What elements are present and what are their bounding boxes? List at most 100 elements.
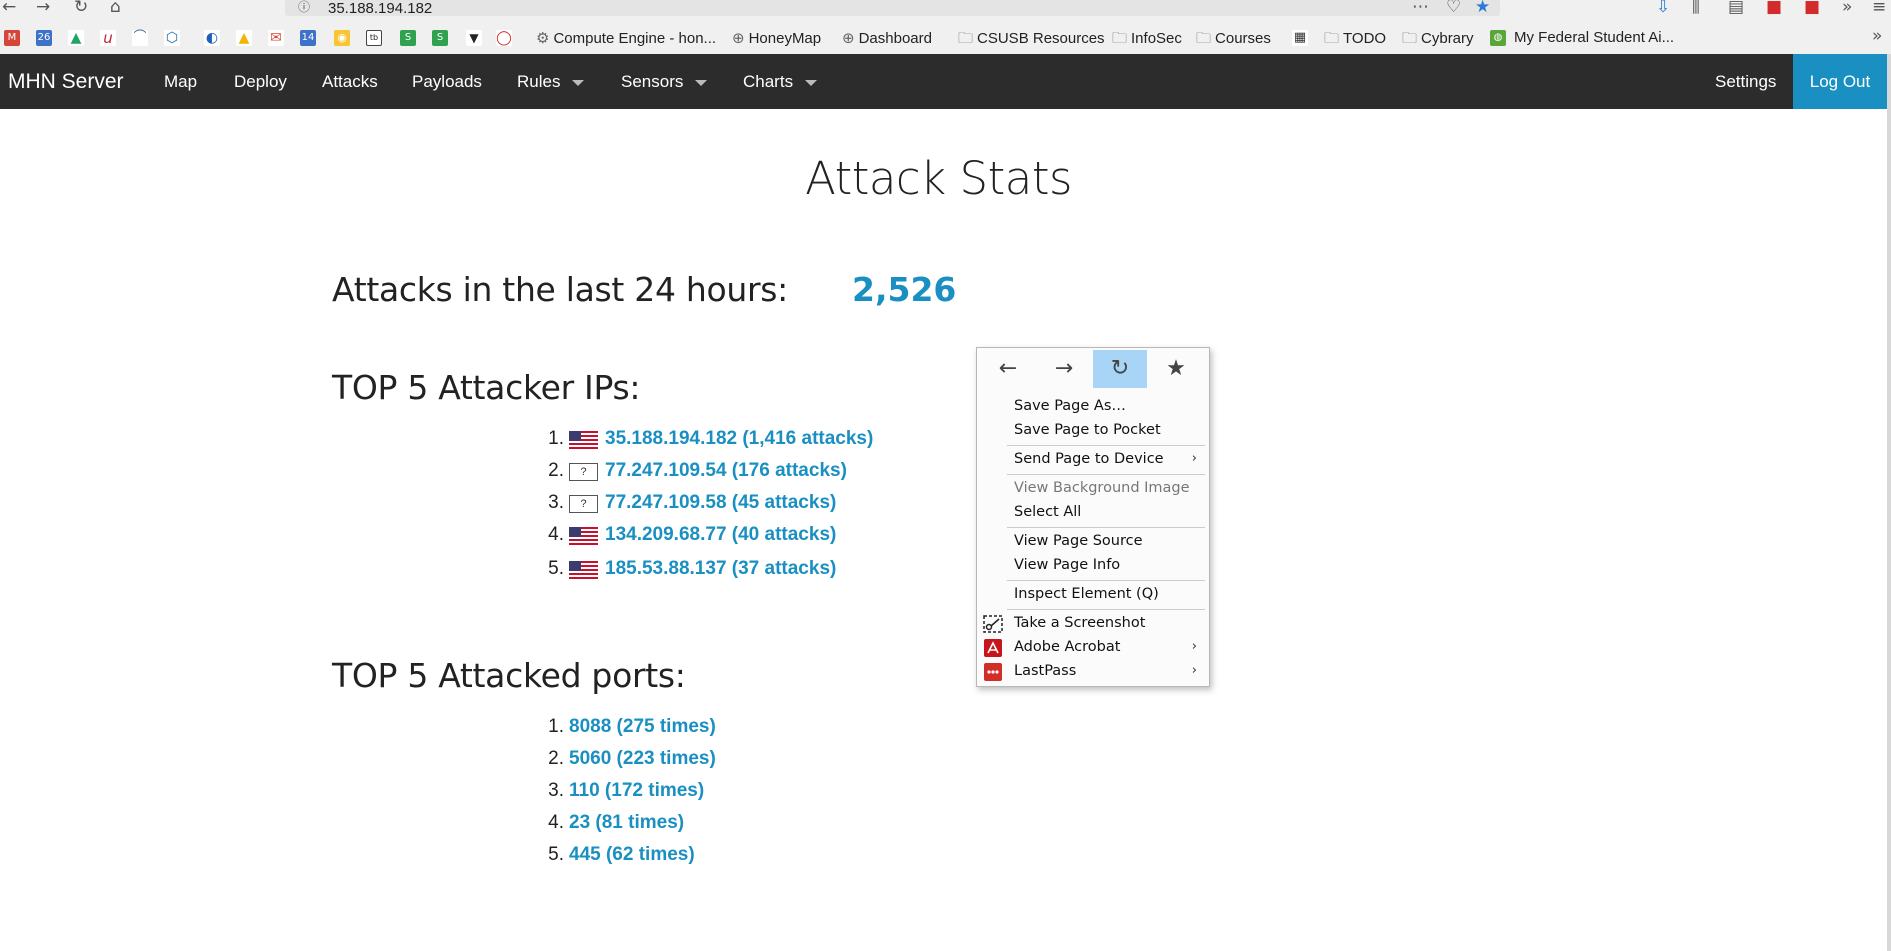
gmail-icon[interactable]: ✉ xyxy=(268,30,284,46)
list-number: 1. xyxy=(548,428,564,449)
bookmark-star-icon[interactable]: ★ xyxy=(1149,350,1203,388)
bookmark-compute-engine[interactable]: ⚙ Compute Engine - hon... xyxy=(536,28,716,48)
nav-attacks[interactable]: Attacks xyxy=(322,54,378,109)
nav-rules-dropdown[interactable]: Rules xyxy=(517,54,585,109)
attacker-ip-link[interactable]: 134.209.68.77 (40 attacks) xyxy=(605,522,836,548)
submenu-arrow-icon: › xyxy=(1191,639,1197,654)
chevron-icon[interactable]: ▼ xyxy=(466,30,482,46)
lastpass-toolbar-icon[interactable]: ■ xyxy=(1766,0,1782,17)
attacker-ip-link[interactable]: 77.247.109.58 (45 attacks) xyxy=(605,490,836,516)
attacked-port-link[interactable]: 23 (81 times) xyxy=(569,810,684,836)
scrollbar[interactable] xyxy=(1887,54,1891,951)
reload-icon[interactable]: ↻ xyxy=(74,0,88,17)
overflow-icon[interactable]: » xyxy=(1842,0,1852,17)
bookmark-dashboard[interactable]: ⊕ Dashboard xyxy=(842,28,932,48)
bookmark-folder-courses[interactable]: 🗀 Courses xyxy=(1196,28,1271,48)
gmail-icon[interactable]: M xyxy=(4,30,20,46)
nav-settings[interactable]: Settings xyxy=(1715,54,1776,109)
s-app-icon[interactable]: S xyxy=(432,30,448,46)
adobe-acrobat-item[interactable]: Adobe Acrobat xyxy=(1014,636,1120,658)
send-to-device-item[interactable]: Send Page to Device xyxy=(1014,448,1164,470)
folder-icon: 🗀 xyxy=(958,29,974,47)
save-page-as-item[interactable]: Save Page As… xyxy=(1014,395,1126,417)
submenu-arrow-icon: › xyxy=(1191,663,1197,678)
forward-icon[interactable]: → xyxy=(36,0,50,17)
page-actions-icon[interactable]: ⋯ xyxy=(1412,0,1429,17)
us-flag-icon xyxy=(569,527,598,545)
menu-separator xyxy=(1007,474,1205,475)
bookmark-folder-todo[interactable]: 🗀 TODO xyxy=(1324,28,1386,48)
folder-icon: 🗀 xyxy=(1196,29,1212,47)
pocket-icon[interactable]: ♡ xyxy=(1446,0,1461,17)
bookmark-federal-student-aid[interactable]: My Federal Student Ai... xyxy=(1514,28,1674,48)
sidebar-icon[interactable]: ▤ xyxy=(1728,0,1744,17)
unknown-flag-icon: ? xyxy=(569,495,598,513)
back-icon[interactable]: ← xyxy=(981,350,1035,388)
us-flag-icon xyxy=(569,431,598,449)
caret-down-icon xyxy=(572,79,585,86)
attacked-port-link[interactable]: 110 (172 times) xyxy=(569,778,704,804)
url-text[interactable]: 35.188.194.182 xyxy=(328,0,432,17)
bookmarks-bar: M 26 ▲ u ⌒ ⬡ ◐ ▲ ✉ 14 ◉ tb S S ▼ ◯ ⚙ Comp… xyxy=(0,18,1891,55)
view-page-info-item[interactable]: View Page Info xyxy=(1014,554,1120,576)
bookmark-honeymap[interactable]: ⊕ HoneyMap xyxy=(732,28,821,48)
menu-separator xyxy=(1007,527,1205,528)
attacked-port-link[interactable]: 5060 (223 times) xyxy=(569,746,716,772)
kali-icon[interactable]: ⌒ xyxy=(132,30,148,46)
reload-icon[interactable]: ↻ xyxy=(1093,350,1147,388)
drive-icon[interactable]: ▲ xyxy=(236,30,252,46)
back-icon[interactable]: ← xyxy=(2,0,16,17)
u-icon[interactable]: u xyxy=(100,30,116,46)
attacker-ip-link[interactable]: 77.247.109.54 (176 attacks) xyxy=(605,458,847,484)
save-to-pocket-item[interactable]: Save Page to Pocket xyxy=(1014,419,1161,441)
list-number: 5. xyxy=(548,844,564,865)
view-page-source-item[interactable]: View Page Source xyxy=(1014,530,1143,552)
drive-icon[interactable]: ▲ xyxy=(68,30,84,46)
s-app-icon[interactable]: S xyxy=(400,30,416,46)
opera-icon[interactable]: ◯ xyxy=(496,30,512,46)
bookmark-folder-csusb[interactable]: 🗀 CSUSB Resources xyxy=(958,28,1105,48)
bookmark-star-icon[interactable]: ★ xyxy=(1475,0,1490,17)
attacker-ip-link[interactable]: 185.53.88.137 (37 attacks) xyxy=(605,556,836,582)
library-icon[interactable]: ⫼ xyxy=(1692,0,1700,17)
select-all-item[interactable]: Select All xyxy=(1014,501,1081,523)
bookmark-folder-cybrary[interactable]: 🗀 Cybrary xyxy=(1402,28,1474,48)
forward-icon[interactable]: → xyxy=(1037,350,1091,388)
nav-charts-dropdown[interactable]: Charts xyxy=(743,54,818,109)
bookmarks-overflow-icon[interactable]: » xyxy=(1872,26,1882,46)
attacked-port-link[interactable]: 8088 (275 times) xyxy=(569,714,716,740)
nav-payloads[interactable]: Payloads xyxy=(412,54,482,109)
menu-icon[interactable]: ≡ xyxy=(1872,0,1886,17)
downloads-icon[interactable]: ⇩ xyxy=(1656,0,1670,17)
tb-icon[interactable]: tb xyxy=(366,30,382,46)
logout-button[interactable]: Log Out xyxy=(1793,54,1887,109)
home-icon[interactable]: ⌂ xyxy=(110,0,121,17)
take-screenshot-item[interactable]: Take a Screenshot xyxy=(1014,612,1145,634)
attacked-port-link[interactable]: 445 (62 times) xyxy=(569,842,695,868)
bookmark-app-icon[interactable]: ▦ xyxy=(1292,30,1308,46)
inspect-element-item[interactable]: Inspect Element (Q) xyxy=(1014,583,1159,605)
list-number: 2. xyxy=(548,460,564,481)
lastpass-item[interactable]: LastPass xyxy=(1014,660,1076,682)
calendar-icon[interactable]: 26 xyxy=(36,30,52,46)
nav-deploy[interactable]: Deploy xyxy=(234,54,287,109)
nav-map[interactable]: Map xyxy=(164,54,197,109)
brand[interactable]: MHN Server xyxy=(8,54,124,109)
attacks-24h-label: Attacks in the last 24 hours: xyxy=(332,270,788,309)
adobe-acrobat-icon xyxy=(984,639,1002,657)
view-background-image-item: View Background Image xyxy=(1014,480,1190,496)
list-number: 3. xyxy=(548,492,564,513)
student-aid-icon: ◍ xyxy=(1490,30,1506,46)
calendar-icon[interactable]: 14 xyxy=(300,30,316,46)
extension-icon[interactable]: ■ xyxy=(1804,0,1820,17)
url-bar[interactable] xyxy=(285,0,1500,16)
site-info-icon[interactable]: ⓘ xyxy=(298,0,310,17)
nav-sensors-dropdown[interactable]: Sensors xyxy=(621,54,708,109)
circle-app-icon[interactable]: ◐ xyxy=(204,30,220,46)
top-ports-heading: TOP 5 Attacked ports: xyxy=(332,656,686,695)
keep-icon[interactable]: ◉ xyxy=(334,30,350,46)
attacker-ip-link[interactable]: 35.188.194.182 (1,416 attacks) xyxy=(605,426,873,452)
bookmark-folder-infosec[interactable]: 🗀 InfoSec xyxy=(1112,28,1182,48)
globe-icon: ⊕ xyxy=(842,29,855,47)
hexagon-icon[interactable]: ⬡ xyxy=(164,30,180,46)
